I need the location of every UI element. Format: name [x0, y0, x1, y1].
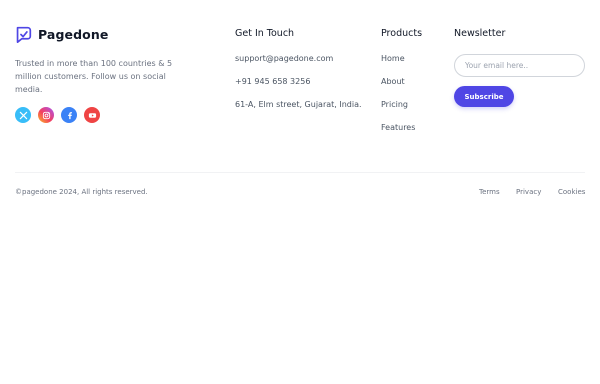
newsletter-email-input[interactable]: [454, 54, 585, 77]
youtube-icon[interactable]: [84, 107, 100, 123]
instagram-icon[interactable]: [38, 107, 54, 123]
social-links: [15, 107, 100, 123]
products-link-features[interactable]: Features: [381, 123, 415, 132]
facebook-icon[interactable]: [61, 107, 77, 123]
pagedone-logo-icon: [16, 26, 32, 43]
products-heading: Products: [381, 28, 423, 39]
cookies-link[interactable]: Cookies: [558, 188, 585, 196]
newsletter-heading: Newsletter: [454, 28, 506, 39]
products-link-about[interactable]: About: [381, 77, 405, 86]
footer-divider: [15, 172, 585, 173]
brand-logo[interactable]: Pagedone: [15, 26, 108, 43]
contact-phone-link[interactable]: +91 945 658 3256: [235, 77, 310, 86]
copyright-text: ©pagedone 2024, All rights reserved.: [15, 188, 148, 196]
x-twitter-icon[interactable]: [15, 107, 31, 123]
contact-heading: Get In Touch: [235, 28, 295, 39]
products-link-home[interactable]: Home: [381, 54, 405, 63]
products-link-pricing[interactable]: Pricing: [381, 100, 408, 109]
subscribe-button[interactable]: Subscribe: [454, 86, 514, 107]
contact-address: 61-A, Elm street, Gujarat, India.: [235, 100, 362, 109]
brand-name: Pagedone: [38, 27, 109, 42]
privacy-link[interactable]: Privacy: [516, 188, 541, 196]
terms-link[interactable]: Terms: [479, 188, 500, 196]
contact-email-link[interactable]: support@pagedone.com: [235, 54, 333, 63]
brand-tagline: Trusted in more than 100 countries & 5 m…: [15, 59, 173, 94]
